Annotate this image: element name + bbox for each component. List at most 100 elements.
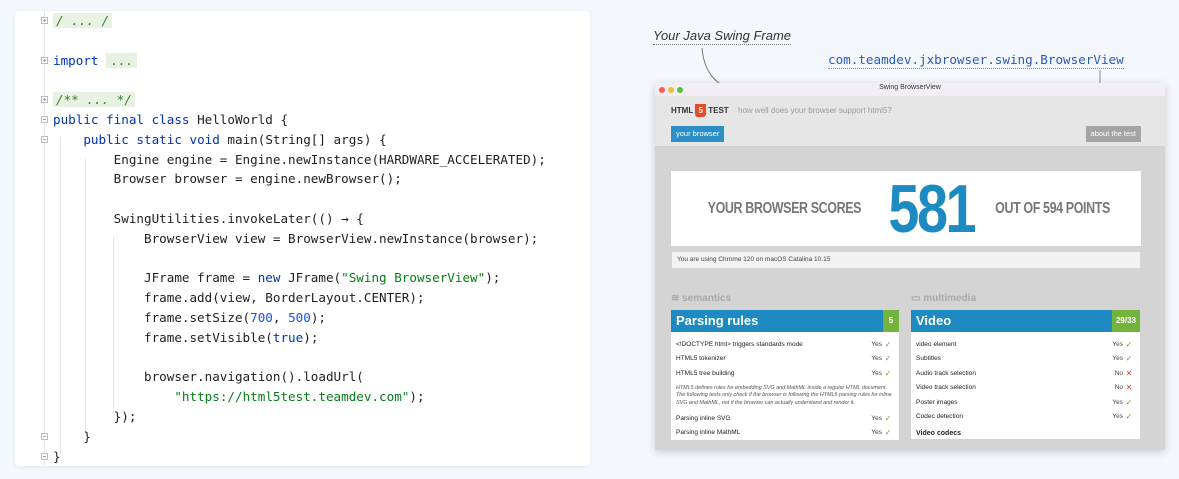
test-row[interactable]: Poster images Yes ✓	[911, 395, 1140, 410]
parsing-rules-card: Parsing rules 5 <!DOCTYPE html> triggers…	[671, 310, 899, 440]
test-row[interactable]: Subtitles Yes ✓	[911, 352, 1140, 367]
check-icon: ✓	[1125, 339, 1133, 349]
code-line[interactable]: SwingUtilities.invokeLater(() → {	[53, 209, 364, 229]
code-line[interactable]: BrowserView view = BrowserView.newInstan…	[53, 229, 538, 249]
test-row[interactable]: Parsing inline MathML Yes ✓	[671, 426, 899, 441]
check-icon: ✓	[1125, 412, 1133, 422]
fold-collapse-icon[interactable]	[41, 136, 48, 143]
your-browser-button[interactable]: your browser	[671, 126, 725, 142]
fold-collapse-icon[interactable]	[41, 116, 48, 123]
code-line[interactable]: public static void main(String[] args) {	[53, 130, 387, 150]
parsing-note: HTML5 defines rules for embedding SVG an…	[676, 384, 892, 406]
video-card: Video 29/33 video element Yes ✓ Subtitles Ye…	[911, 310, 1140, 439]
code-token: BrowserView view = BrowserView.newInstan…	[53, 230, 539, 246]
code-line[interactable]: Browser browser = engine.newBrowser();	[53, 169, 402, 189]
check-icon: ✓	[884, 368, 892, 378]
browser-window: Swing BrowserView HTML 5 TEST how well d…	[655, 83, 1165, 450]
code-token: frame.setVisible(	[53, 329, 273, 345]
test-row[interactable]: <!DOCTYPE html> triggers standards mode Y…	[671, 337, 899, 352]
fold-line	[44, 11, 45, 466]
html5test-logo[interactable]: HTML 5 TEST	[671, 104, 729, 117]
editor-gutter	[15, 11, 51, 466]
test-result: No	[1114, 369, 1123, 377]
cross-icon: ✕	[1125, 383, 1133, 393]
semantics-icon: ≋	[671, 293, 680, 304]
test-row[interactable]: HTML5 tokenizer Yes ✓	[671, 352, 899, 367]
test-label: Audio track selection	[916, 369, 976, 377]
test-row[interactable]: Video track selection No ✕	[911, 381, 1140, 396]
test-result: Yes	[1112, 355, 1123, 363]
code-token: });	[53, 409, 137, 424]
code-line[interactable]: frame.setSize(700, 500);	[53, 308, 326, 328]
test-label: HTML5 tokenizer	[676, 355, 726, 363]
window-title: Swing BrowserView	[879, 84, 941, 91]
code-token: true	[272, 329, 304, 345]
multimedia-label: multimedia	[923, 293, 977, 304]
site-tagline: how well does your browser support html5…	[738, 106, 892, 115]
test-label: Subtitles	[916, 355, 941, 363]
test-result: Yes	[871, 355, 882, 363]
test-row[interactable]: HTML5 tree building Yes ✓	[671, 366, 899, 381]
test-row[interactable]: Codec detection Yes ✓	[911, 410, 1140, 425]
check-icon: ✓	[1125, 354, 1133, 364]
test-result: Yes	[871, 340, 882, 348]
code-token: /** ... */	[53, 92, 135, 108]
code-line[interactable]: public final class HelloWorld {	[53, 110, 288, 130]
window-titlebar: Swing BrowserView	[655, 83, 1165, 96]
score-badge: 29/33	[1111, 310, 1140, 332]
code-token: public static void	[83, 131, 228, 147]
score-value: 581	[887, 170, 976, 247]
test-row[interactable]: Audio track selection No ✕	[911, 366, 1140, 381]
code-line[interactable]: Engine engine = Engine.newInstance(HARDW…	[53, 150, 546, 170]
code-token: main(String[] args) {	[227, 131, 387, 147]
code-token: new	[257, 270, 289, 286]
test-row[interactable]: video element Yes ✓	[911, 337, 1140, 352]
code-token: "https://html5test.teamdev.com"	[174, 389, 410, 405]
score-prefix: YOUR BROWSER SCORES	[707, 199, 861, 217]
code-line[interactable]: /** ... */	[53, 90, 135, 110]
fold-expand-icon[interactable]	[41, 96, 48, 103]
code-token: Browser browser = engine.newBrowser();	[53, 171, 402, 187]
test-row[interactable]: Parsing inline SVG Yes ✓	[671, 411, 899, 426]
code-line[interactable]: JFrame frame = new JFrame("Swing Browser…	[53, 268, 500, 288]
code-token: / ... /	[53, 13, 113, 28]
code-token: 700	[250, 310, 273, 325]
multimedia-icon: ▭	[911, 293, 921, 304]
code-line[interactable]: });	[53, 407, 137, 427]
code-token: );	[303, 329, 319, 345]
code-line[interactable]: frame.add(view, BorderLayout.CENTER);	[53, 288, 425, 308]
code-editor[interactable]: / ... / import ... /** ... */ public final …	[15, 11, 590, 466]
code-token: );	[310, 310, 326, 325]
check-icon: ✓	[1125, 397, 1133, 407]
parsing-rules-header[interactable]: Parsing rules 5	[671, 310, 899, 332]
test-result: Yes	[1112, 413, 1123, 421]
card-title: Video	[916, 313, 952, 328]
test-result: Yes	[1112, 398, 1123, 406]
video-header[interactable]: Video 29/33	[911, 310, 1140, 332]
test-result: Yes	[871, 429, 882, 437]
check-icon: ✓	[884, 413, 892, 423]
fold-collapse-icon[interactable]	[41, 453, 48, 460]
code-line[interactable]: }	[53, 427, 91, 447]
code-line[interactable]: }	[53, 447, 61, 467]
code-line[interactable]: browser.navigation().loadUrl(	[53, 367, 364, 387]
code-line[interactable]: / ... /	[53, 11, 113, 31]
card-title: Parsing rules	[676, 313, 759, 328]
code-token: public final class	[53, 112, 198, 127]
code-token: }	[53, 428, 91, 444]
code-line[interactable]: frame.setVisible(true);	[53, 328, 318, 348]
fold-expand-icon[interactable]	[41, 17, 48, 24]
code-line[interactable]: import ...	[53, 51, 137, 71]
about-test-button[interactable]: about the test	[1085, 126, 1141, 142]
test-result: Yes	[871, 369, 882, 377]
code-token: JFrame frame =	[53, 270, 258, 286]
code-token: frame.setSize(	[53, 310, 251, 325]
code-token: HelloWorld {	[197, 112, 289, 127]
fold-collapse-icon[interactable]	[41, 433, 48, 440]
test-label: Codec detection	[916, 413, 963, 421]
test-result: Yes	[871, 414, 882, 422]
code-line[interactable]: "https://html5test.teamdev.com");	[53, 387, 424, 407]
fold-expand-icon[interactable]	[41, 57, 48, 64]
